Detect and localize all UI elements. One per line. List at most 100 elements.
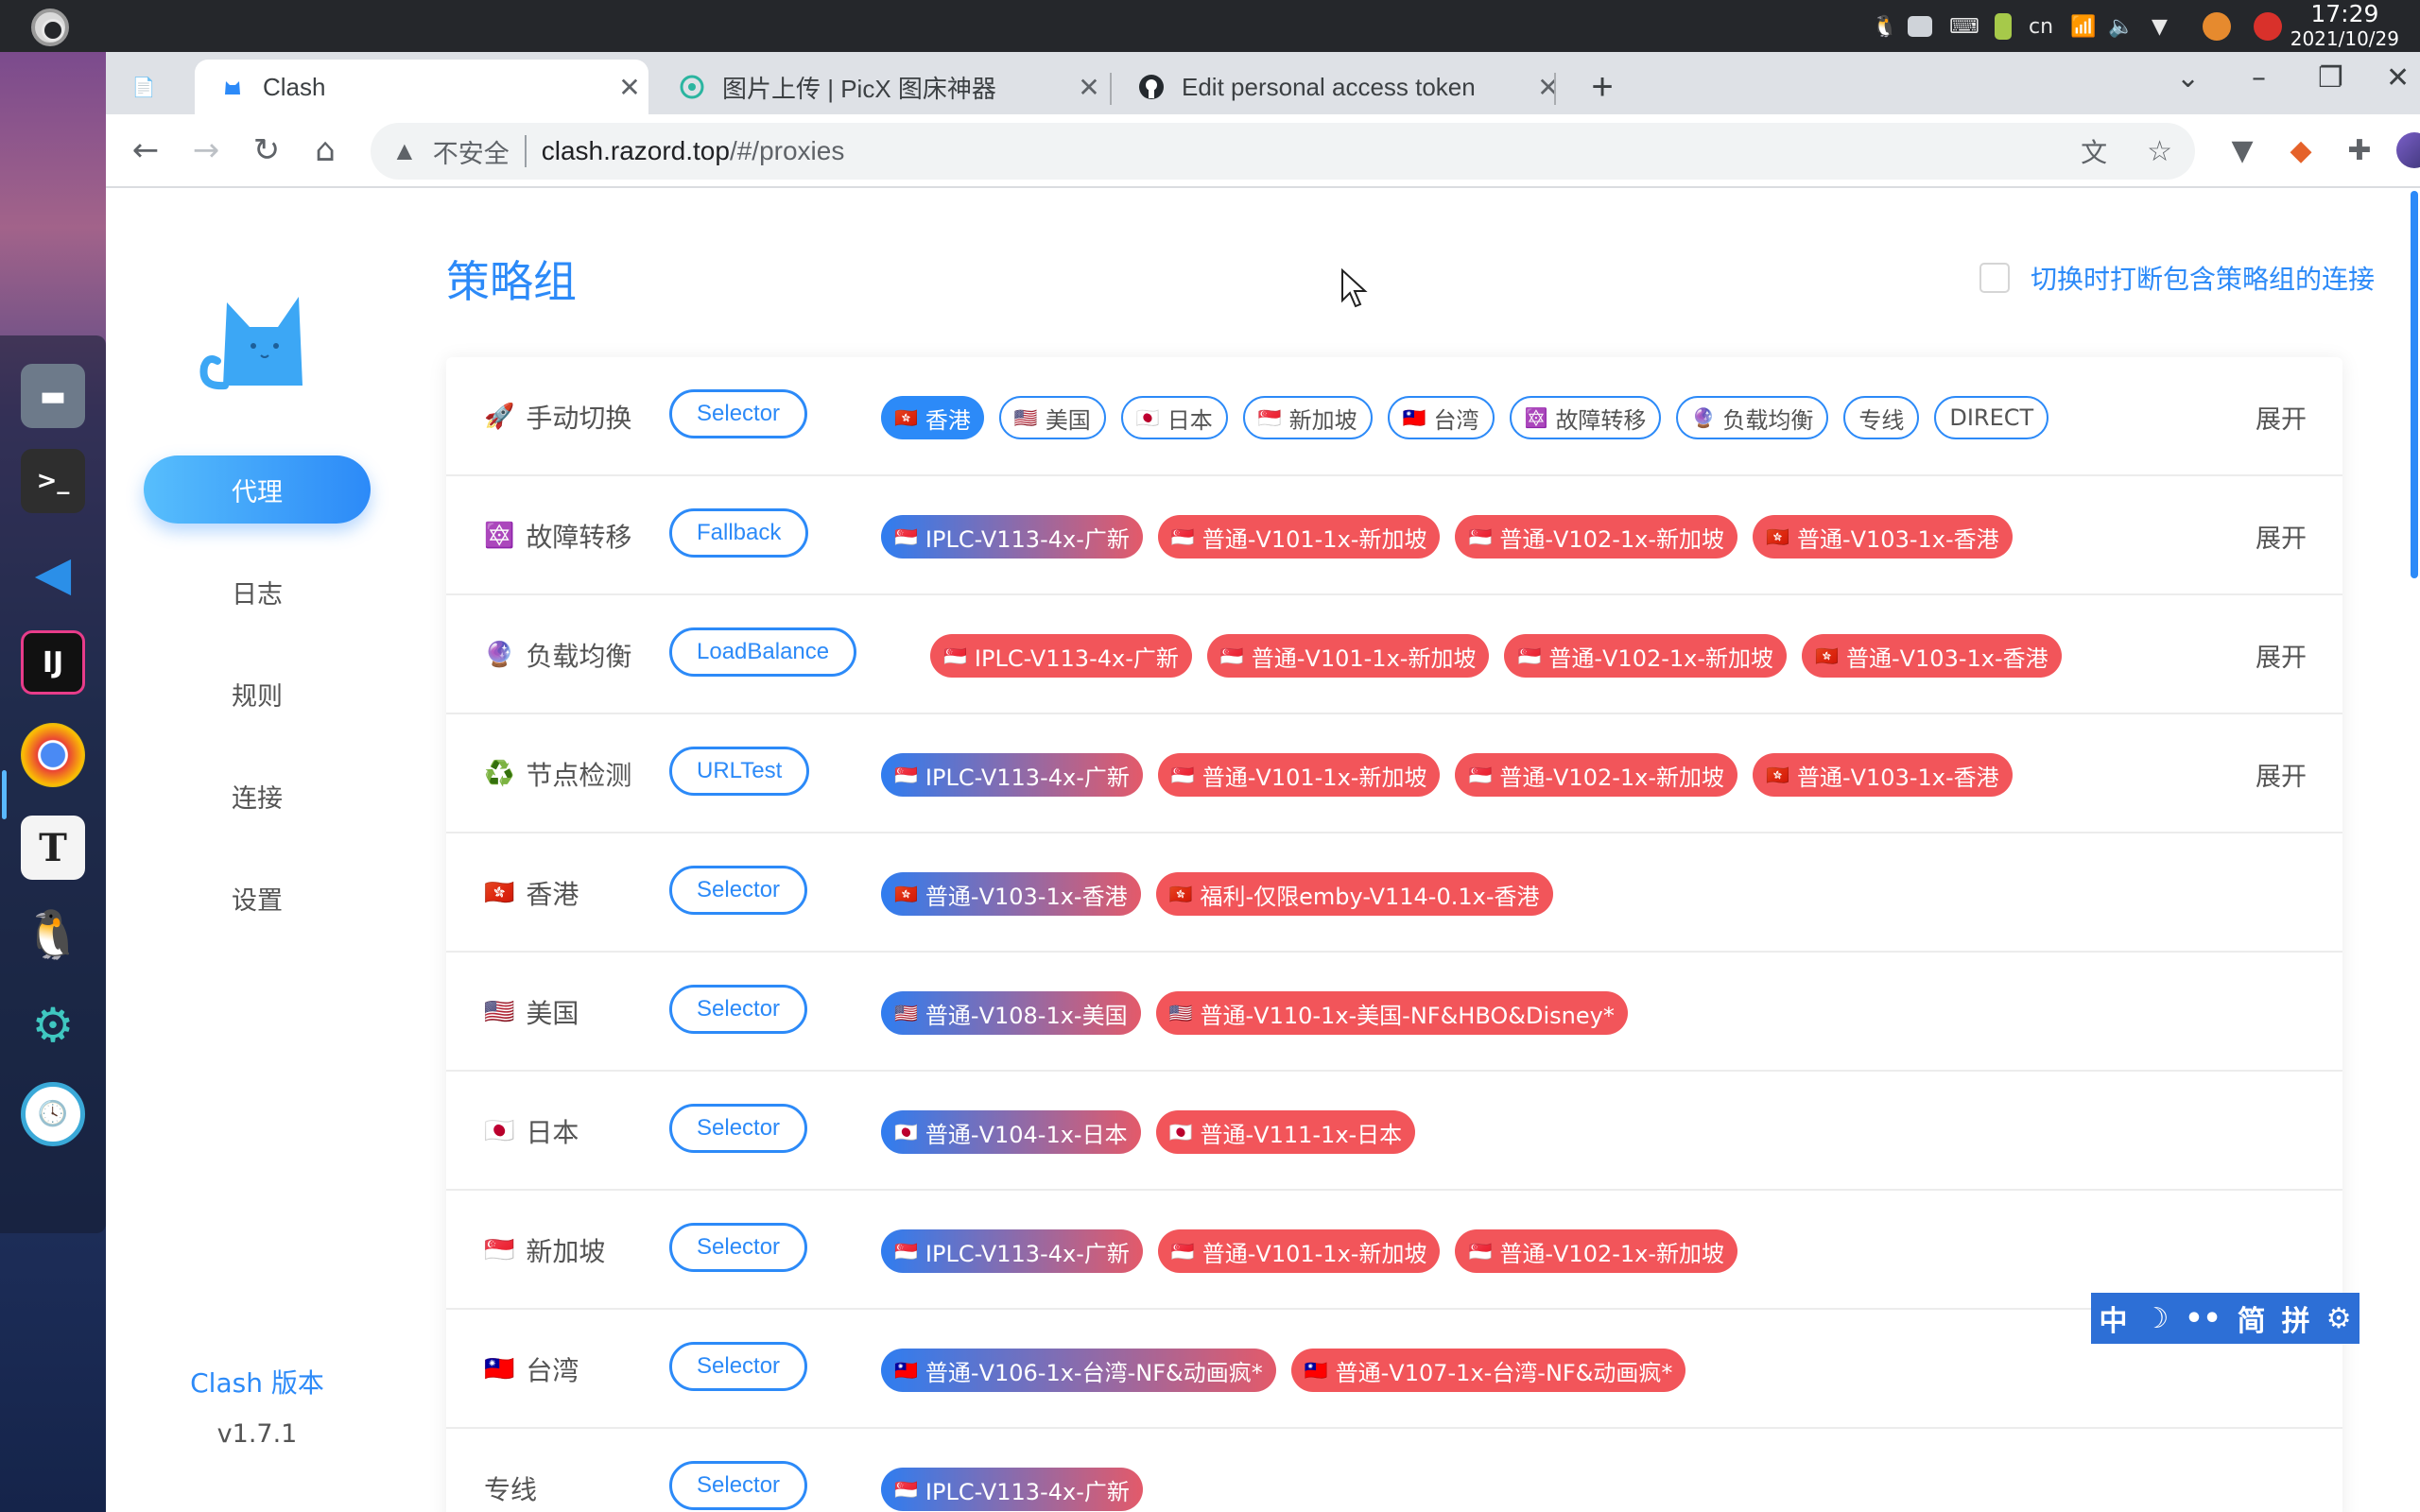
tab-pinned[interactable]: 📄	[106, 60, 195, 114]
home-icon[interactable]: ⌂	[304, 129, 346, 171]
ime-item[interactable]: 拼	[2282, 1297, 2310, 1339]
proxy-tag[interactable]: 🇸🇬 普通-V101-1x-新加坡	[1157, 1229, 1441, 1273]
proxy-tag[interactable]: 🇹🇼 普通-V106-1x-台湾-NF&动画疯*	[881, 1349, 1276, 1392]
proxy-tag[interactable]: 🇸🇬 IPLC-V113-4x-广新	[930, 634, 1192, 678]
ime-item[interactable]: ••	[2185, 1302, 2221, 1335]
windows-tray-icon[interactable]	[1908, 11, 1932, 42]
proxy-tag[interactable]: 🇸🇬 IPLC-V113-4x-广新	[881, 515, 1143, 558]
minimize-icon[interactable]: –	[2252, 61, 2266, 94]
nav-settings[interactable]: 设置	[144, 864, 371, 932]
back-icon[interactable]: ←	[125, 129, 166, 171]
proxy-tag[interactable]: 🇭🇰 普通-V103-1x-香港	[1802, 634, 2062, 678]
ime-item[interactable]: ⚙	[2326, 1302, 2352, 1335]
close-icon[interactable]: ✕	[1070, 72, 1108, 103]
proxy-tag[interactable]: 🔮 负载均衡	[1676, 396, 1829, 439]
proxy-tag[interactable]: 🇺🇸 美国	[998, 396, 1106, 439]
proxy-tag[interactable]: 🇹🇼 台湾	[1387, 396, 1495, 439]
tray-expand-icon[interactable]: ▼	[2152, 11, 2168, 42]
close-icon[interactable]: ✕	[1530, 72, 1567, 103]
break-connections-option[interactable]: 切换时打断包含策略组的连接	[1979, 259, 2375, 297]
restore-icon[interactable]: ❐	[2318, 61, 2343, 94]
proxy-tag[interactable]: DIRECT	[1934, 396, 2049, 439]
proxy-tag[interactable]: 🇭🇰 普通-V103-1x-香港	[881, 872, 1141, 916]
intellij-app-icon[interactable]: IJ	[21, 630, 85, 695]
proxy-tag[interactable]: 🇭🇰 福利-仅限emby-V114-0.1x-香港	[1155, 872, 1553, 916]
extensions-puzzle-icon[interactable]: ✚	[2341, 131, 2378, 169]
proxy-tag[interactable]: 🇭🇰 普通-V103-1x-香港	[1753, 515, 2013, 558]
proxy-tag[interactable]: 🇸🇬 普通-V102-1x-新加坡	[1455, 515, 1738, 558]
proxy-tag[interactable]: 🔯 故障转移	[1509, 396, 1662, 439]
ime-item[interactable]: ☽	[2143, 1302, 2169, 1335]
expand-button[interactable]: 展开	[2256, 476, 2307, 595]
proxy-tag[interactable]: 🇭🇰 香港	[881, 396, 984, 439]
profile-avatar[interactable]	[2395, 131, 2420, 169]
files-app-icon[interactable]: ▬	[21, 364, 85, 428]
proxy-tag[interactable]: 🇸🇬 普通-V101-1x-新加坡	[1206, 634, 1490, 678]
qq-tray-icon[interactable]: 🐧	[1872, 11, 1897, 42]
keyboard-lang[interactable]: cn	[2029, 11, 2053, 42]
warning-icon[interactable]: ▲	[391, 136, 418, 166]
nav-rules[interactable]: 规则	[144, 660, 371, 728]
tab-search-icon[interactable]: ⌄	[2176, 61, 2200, 94]
clock-app-icon[interactable]: 🕓	[21, 1082, 85, 1146]
nav-proxies[interactable]: 代理	[144, 455, 371, 524]
lock-tray-icon[interactable]	[2203, 11, 2231, 42]
break-connections-checkbox[interactable]	[1979, 263, 2010, 293]
close-icon[interactable]: ✕	[611, 72, 648, 103]
proxy-tag[interactable]: 🇺🇸 普通-V110-1x-美国-NF&HBO&Disney*	[1155, 991, 1628, 1035]
window-close-icon[interactable]: ✕	[2386, 61, 2410, 94]
nav-logs[interactable]: 日志	[144, 558, 371, 626]
vscode-app-icon[interactable]: ◀	[21, 541, 85, 606]
translate-icon[interactable]: 文	[2081, 132, 2107, 170]
bookmark-star-icon[interactable]: ☆	[2147, 135, 2172, 168]
vue-devtools-icon[interactable]: ▼	[2223, 131, 2261, 169]
settings-app-icon[interactable]: ⚙	[21, 993, 85, 1057]
proxy-tag[interactable]: 🇸🇬 普通-V102-1x-新加坡	[1455, 753, 1738, 797]
tab-picx[interactable]: 图片上传 | PicX 图床神器 ✕	[654, 60, 1108, 114]
expand-button[interactable]: 展开	[2256, 595, 2307, 714]
proxy-tag[interactable]: 🇯🇵 普通-V111-1x-日本	[1155, 1110, 1416, 1154]
proxy-tag[interactable]: 🇺🇸 普通-V108-1x-美国	[881, 991, 1141, 1035]
scrollbar-thumb[interactable]	[2411, 191, 2418, 578]
ime-item[interactable]: 中	[2099, 1297, 2127, 1339]
address-bar[interactable]: ▲ 不安全 clash.razord.top /#/proxies 文 ☆	[371, 123, 2195, 180]
proxy-tag[interactable]: 🇸🇬 普通-V102-1x-新加坡	[1504, 634, 1788, 678]
new-tab-button[interactable]: +	[1569, 60, 1635, 114]
proxy-tag[interactable]: 🇯🇵 普通-V104-1x-日本	[881, 1110, 1141, 1154]
proxy-tag[interactable]: 🇸🇬 IPLC-V113-4x-广新	[881, 1468, 1143, 1511]
brave-ext-icon[interactable]: ◆	[2282, 131, 2320, 169]
tab-title: Clash	[263, 72, 326, 101]
forward-icon[interactable]: →	[185, 129, 227, 171]
os-menu-icon[interactable]	[31, 9, 69, 46]
proxy-tag[interactable]: 🇸🇬 普通-V101-1x-新加坡	[1157, 753, 1441, 797]
tab-clash[interactable]: Clash ✕	[195, 60, 648, 114]
expand-button[interactable]: 展开	[2256, 357, 2307, 476]
chrome-app-icon[interactable]	[21, 723, 85, 787]
nav-connections[interactable]: 连接	[144, 762, 371, 830]
proxy-tag[interactable]: 专线	[1843, 396, 1920, 439]
group-name: 🇭🇰 香港	[484, 833, 579, 953]
proxy-tag[interactable]: 🇸🇬 IPLC-V113-4x-广新	[881, 753, 1143, 797]
tab-github[interactable]: Edit personal access token ✕	[1114, 60, 1567, 114]
proxy-tag[interactable]: 🇯🇵 日本	[1120, 396, 1228, 439]
security-label[interactable]: 不安全	[433, 133, 510, 170]
terminal-app-icon[interactable]: >_	[21, 449, 85, 513]
proxy-tag[interactable]: 🇹🇼 普通-V107-1x-台湾-NF&动画疯*	[1290, 1349, 1686, 1392]
power-tray-icon[interactable]	[2254, 11, 2282, 42]
volume-tray-icon[interactable]: 🔈	[2108, 11, 2134, 42]
os-clock[interactable]: 17:29 2021/10/29	[2290, 2, 2399, 51]
typora-app-icon[interactable]: T	[21, 816, 85, 880]
proxy-tag[interactable]: 🇸🇬 普通-V101-1x-新加坡	[1157, 515, 1441, 558]
proxy-tag[interactable]: 🇸🇬 IPLC-V113-4x-广新	[881, 1229, 1143, 1273]
reload-icon[interactable]: ↻	[246, 129, 287, 171]
ime-item[interactable]: 简	[2238, 1297, 2266, 1339]
keyboard-tray-icon[interactable]: ⌨	[1949, 11, 1979, 42]
network-tray-icon[interactable]: 📶	[2070, 11, 2096, 42]
expand-button[interactable]: 展开	[2256, 714, 2307, 833]
clipboard-tray-icon[interactable]	[1995, 11, 2012, 42]
proxy-tag[interactable]: 🇸🇬 普通-V102-1x-新加坡	[1455, 1229, 1738, 1273]
proxy-tag[interactable]: 🇭🇰 普通-V103-1x-香港	[1753, 753, 2013, 797]
qq-app-icon[interactable]: 🐧	[21, 902, 85, 967]
page-scrollbar[interactable]	[2409, 189, 2420, 586]
proxy-tag[interactable]: 🇸🇬 新加坡	[1242, 396, 1373, 439]
